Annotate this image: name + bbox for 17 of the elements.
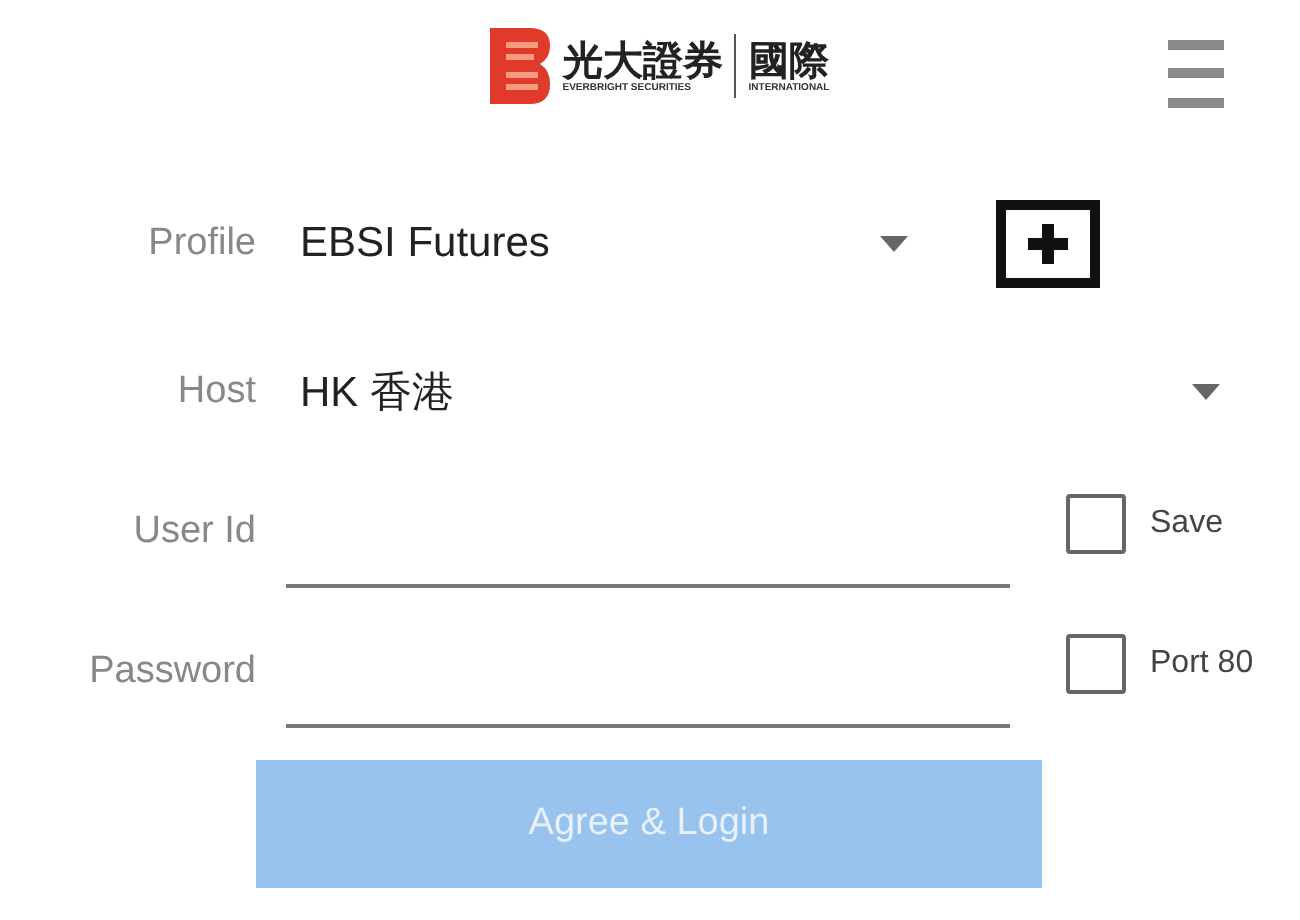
profile-label: Profile xyxy=(146,222,256,266)
profile-dropdown[interactable]: EBSI Futures xyxy=(300,220,908,268)
checkbox-label: Port 80 xyxy=(1150,646,1254,682)
field-label: Password xyxy=(87,650,256,694)
checkbox-label: Save xyxy=(1150,506,1223,542)
host-label: Host xyxy=(175,370,256,414)
checkbox[interactable] xyxy=(1066,494,1126,554)
logo-division: 國際 xyxy=(748,38,829,82)
logo-name: 光大證券 xyxy=(562,38,723,82)
caret-icon xyxy=(880,236,908,252)
menu-icon[interactable] xyxy=(1168,40,1224,108)
logo-icon xyxy=(490,28,551,104)
field-label: User Id xyxy=(131,510,256,554)
caret-icon xyxy=(1192,384,1220,400)
checkbox[interactable] xyxy=(1066,634,1126,694)
add-icon[interactable] xyxy=(996,200,1100,288)
host-dropdown[interactable]: HK 香港 xyxy=(300,364,1220,420)
